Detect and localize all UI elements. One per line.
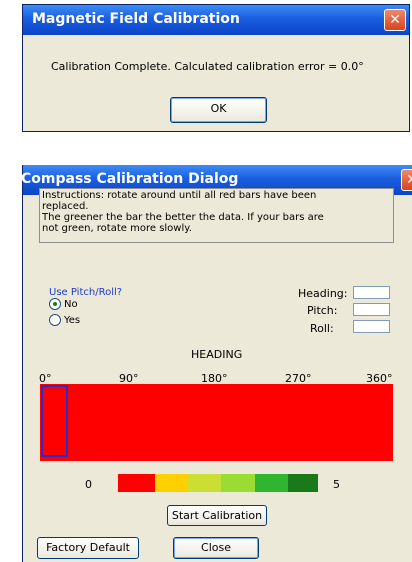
pitch-field [353,303,390,316]
pitch-field-label: Pitch: [307,304,338,317]
instructions-box: Instructions: rotate around until all re… [39,188,394,243]
close-icon[interactable]: ✕ [384,9,406,31]
quality-legend [118,474,318,492]
legend-max-label: 5 [333,478,340,491]
legend-min-label: 0 [85,478,92,491]
instructions-line: not green, rotate more slowly. [42,223,192,234]
legend-swatch [288,474,318,492]
heading-title: HEADING [191,348,243,361]
instructions-line: Instructions: rotate around until all re… [42,190,317,201]
roll-field [353,320,390,333]
legend-swatch [188,474,221,492]
roll-field-label: Roll: [310,322,334,335]
radio-selected-dot [53,302,57,306]
legend-swatch [155,474,188,492]
legend-swatch [118,474,155,492]
current-heading-marker [41,385,68,457]
legend-swatch [255,474,288,492]
heading-field [353,286,390,299]
close-icon[interactable]: ✕ [401,169,412,191]
radio-no[interactable] [49,298,61,310]
radio-no-label: No [64,299,78,310]
magnetic-field-calibration-dialog: Magnetic Field Calibration ✕ Calibration… [22,4,410,132]
dialog-title: Magnetic Field Calibration [32,11,240,27]
close-button[interactable]: Close [173,537,259,559]
title-bar[interactable]: Magnetic Field Calibration ✕ [23,5,409,35]
legend-swatch [221,474,255,492]
factory-default-button[interactable]: Factory Default [37,537,139,559]
heading-bars [40,384,393,461]
ok-button[interactable]: OK [170,97,267,123]
instructions-line: replaced. [42,201,89,212]
heading-field-label: Heading: [298,287,348,300]
pitch-roll-question: Use Pitch/Roll? [49,287,123,298]
radio-yes-label: Yes [64,315,81,326]
compass-calibration-dialog: Compass Calibration Dialog ✕ Instruction… [21,165,412,562]
start-calibration-button[interactable]: Start Calibration [167,505,267,526]
instructions-line: The greener the bar the better the data.… [42,212,324,223]
radio-yes[interactable] [49,314,61,326]
calibration-message: Calibration Complete. Calculated calibra… [51,60,364,73]
dialog-title: Compass Calibration Dialog [21,171,239,187]
